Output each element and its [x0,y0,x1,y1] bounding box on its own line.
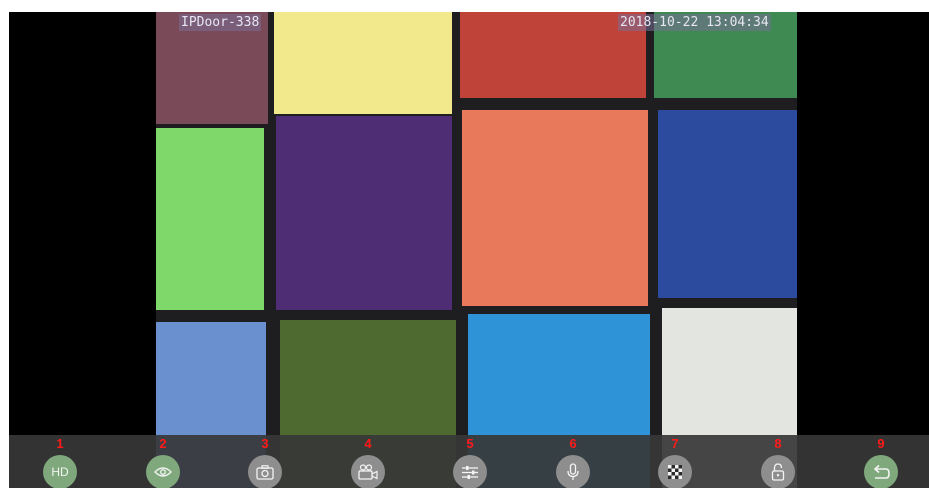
toolbar-number: 9 [877,436,885,451]
toolbar-number: 1 [56,436,64,451]
unlock-icon [771,463,785,481]
toolbar-number: 4 [364,436,372,451]
toolbar-number: 2 [159,436,167,451]
video-tile [156,128,264,310]
hd-icon: HD [51,465,69,479]
video-record-icon [358,464,378,480]
video-tile [462,110,648,306]
mosaic-button[interactable] [658,455,692,488]
talk-button[interactable] [556,455,590,488]
back-button[interactable] [864,455,898,488]
camera-name-label: IPDoor-338 [179,14,262,31]
record-button[interactable] [351,455,385,488]
eye-icon [154,467,172,477]
toolbar-number: 7 [671,436,679,451]
view-toggle-button[interactable] [146,455,180,488]
video-tile [276,116,452,310]
toolbar-number: 6 [569,436,577,451]
toolbar-number: 3 [261,436,269,451]
snapshot-button[interactable] [248,455,282,488]
unlock-button[interactable] [761,455,795,488]
camera-feed[interactable]: IPDoor-338 2018-10-22 13:04:34 [156,12,797,488]
toolbar-number: 5 [466,436,474,451]
sliders-icon [462,465,478,479]
camera-icon [256,464,274,480]
microphone-icon [567,463,579,480]
video-tile [274,12,452,114]
settings-button[interactable] [453,455,487,488]
timestamp-label: 2018-10-22 13:04:34 [618,14,771,31]
back-icon [873,464,890,479]
toolbar-number: 8 [774,436,782,451]
video-tile [658,110,797,298]
video-viewport: IPDoor-338 2018-10-22 13:04:34 1 HD 2 3 … [9,12,929,488]
mosaic-icon [668,465,682,479]
hd-button[interactable]: HD [43,455,77,488]
control-toolbar: 1 HD 2 3 4 5 6 7 8 9 [9,435,929,488]
